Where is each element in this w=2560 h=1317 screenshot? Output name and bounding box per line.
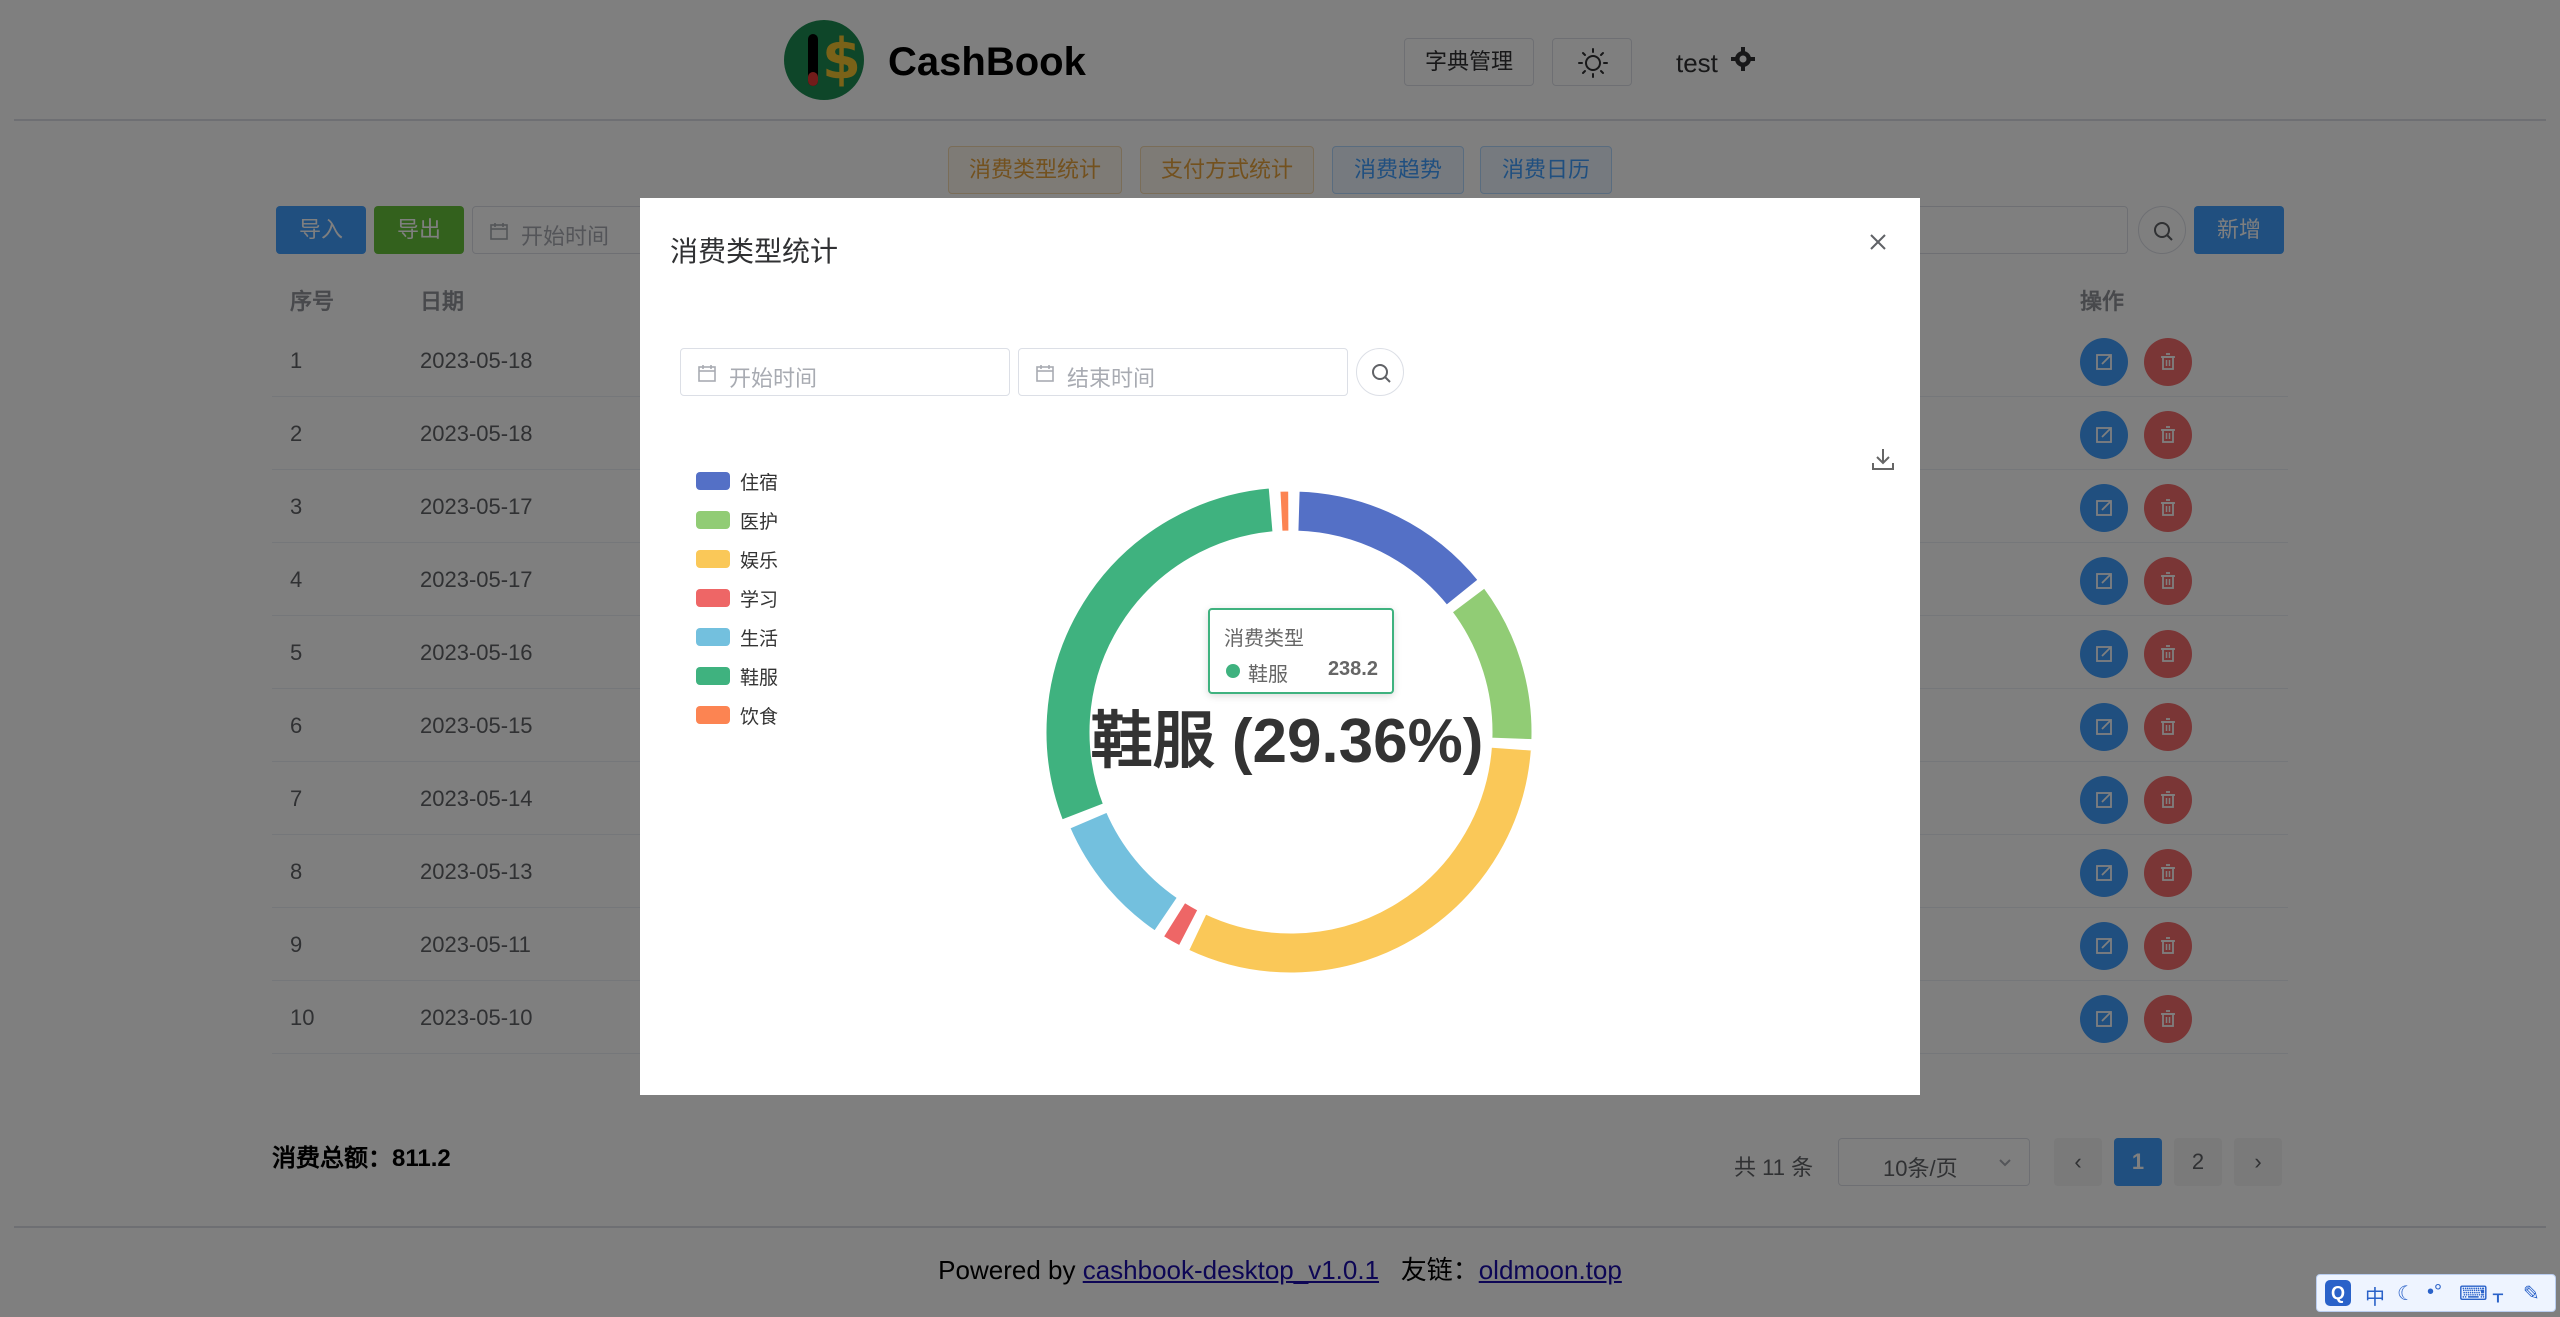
ime-logo-icon[interactable]: Q [2325,1280,2351,1306]
tooltip-title: 消费类型 [1224,628,1304,650]
tooltip-marker [1226,664,1240,678]
stats-modal: 消费类型统计 开始时间 结束时间 住宿 医护 娱乐 学习 生活 鞋服 饮食 鞋服 (29.3… [640,198,1920,1095]
chart-tooltip: 消费类型 鞋服 238.2 [1208,608,1394,694]
chart-center-label: 鞋服 (29.36%) [1090,707,1484,776]
pie-slice[interactable] [1067,809,1181,934]
ime-toolbar[interactable]: Q 中 ☾ •° ⌨ ᚁ ✎ [2316,1274,2556,1312]
tooltip-value: 238.2 [1327,658,1378,680]
ime-moon-icon[interactable]: ☾ [2397,1281,2415,1306]
pie-slice[interactable] [1185,744,1534,976]
ime-settings-icon[interactable]: ✎ [2523,1281,2540,1306]
pie-slice[interactable] [1277,488,1292,534]
pie-slice[interactable] [1295,488,1481,608]
ime-keyboard-icon[interactable]: ⌨ [2459,1281,2488,1306]
ime-punct-icon[interactable]: •° [2427,1281,2442,1304]
ime-mode-label[interactable]: 中 [2365,1281,2385,1310]
tooltip-name: 鞋服 [1248,664,1288,686]
ime-tool-icon[interactable]: ᚁ [2493,1281,2503,1306]
